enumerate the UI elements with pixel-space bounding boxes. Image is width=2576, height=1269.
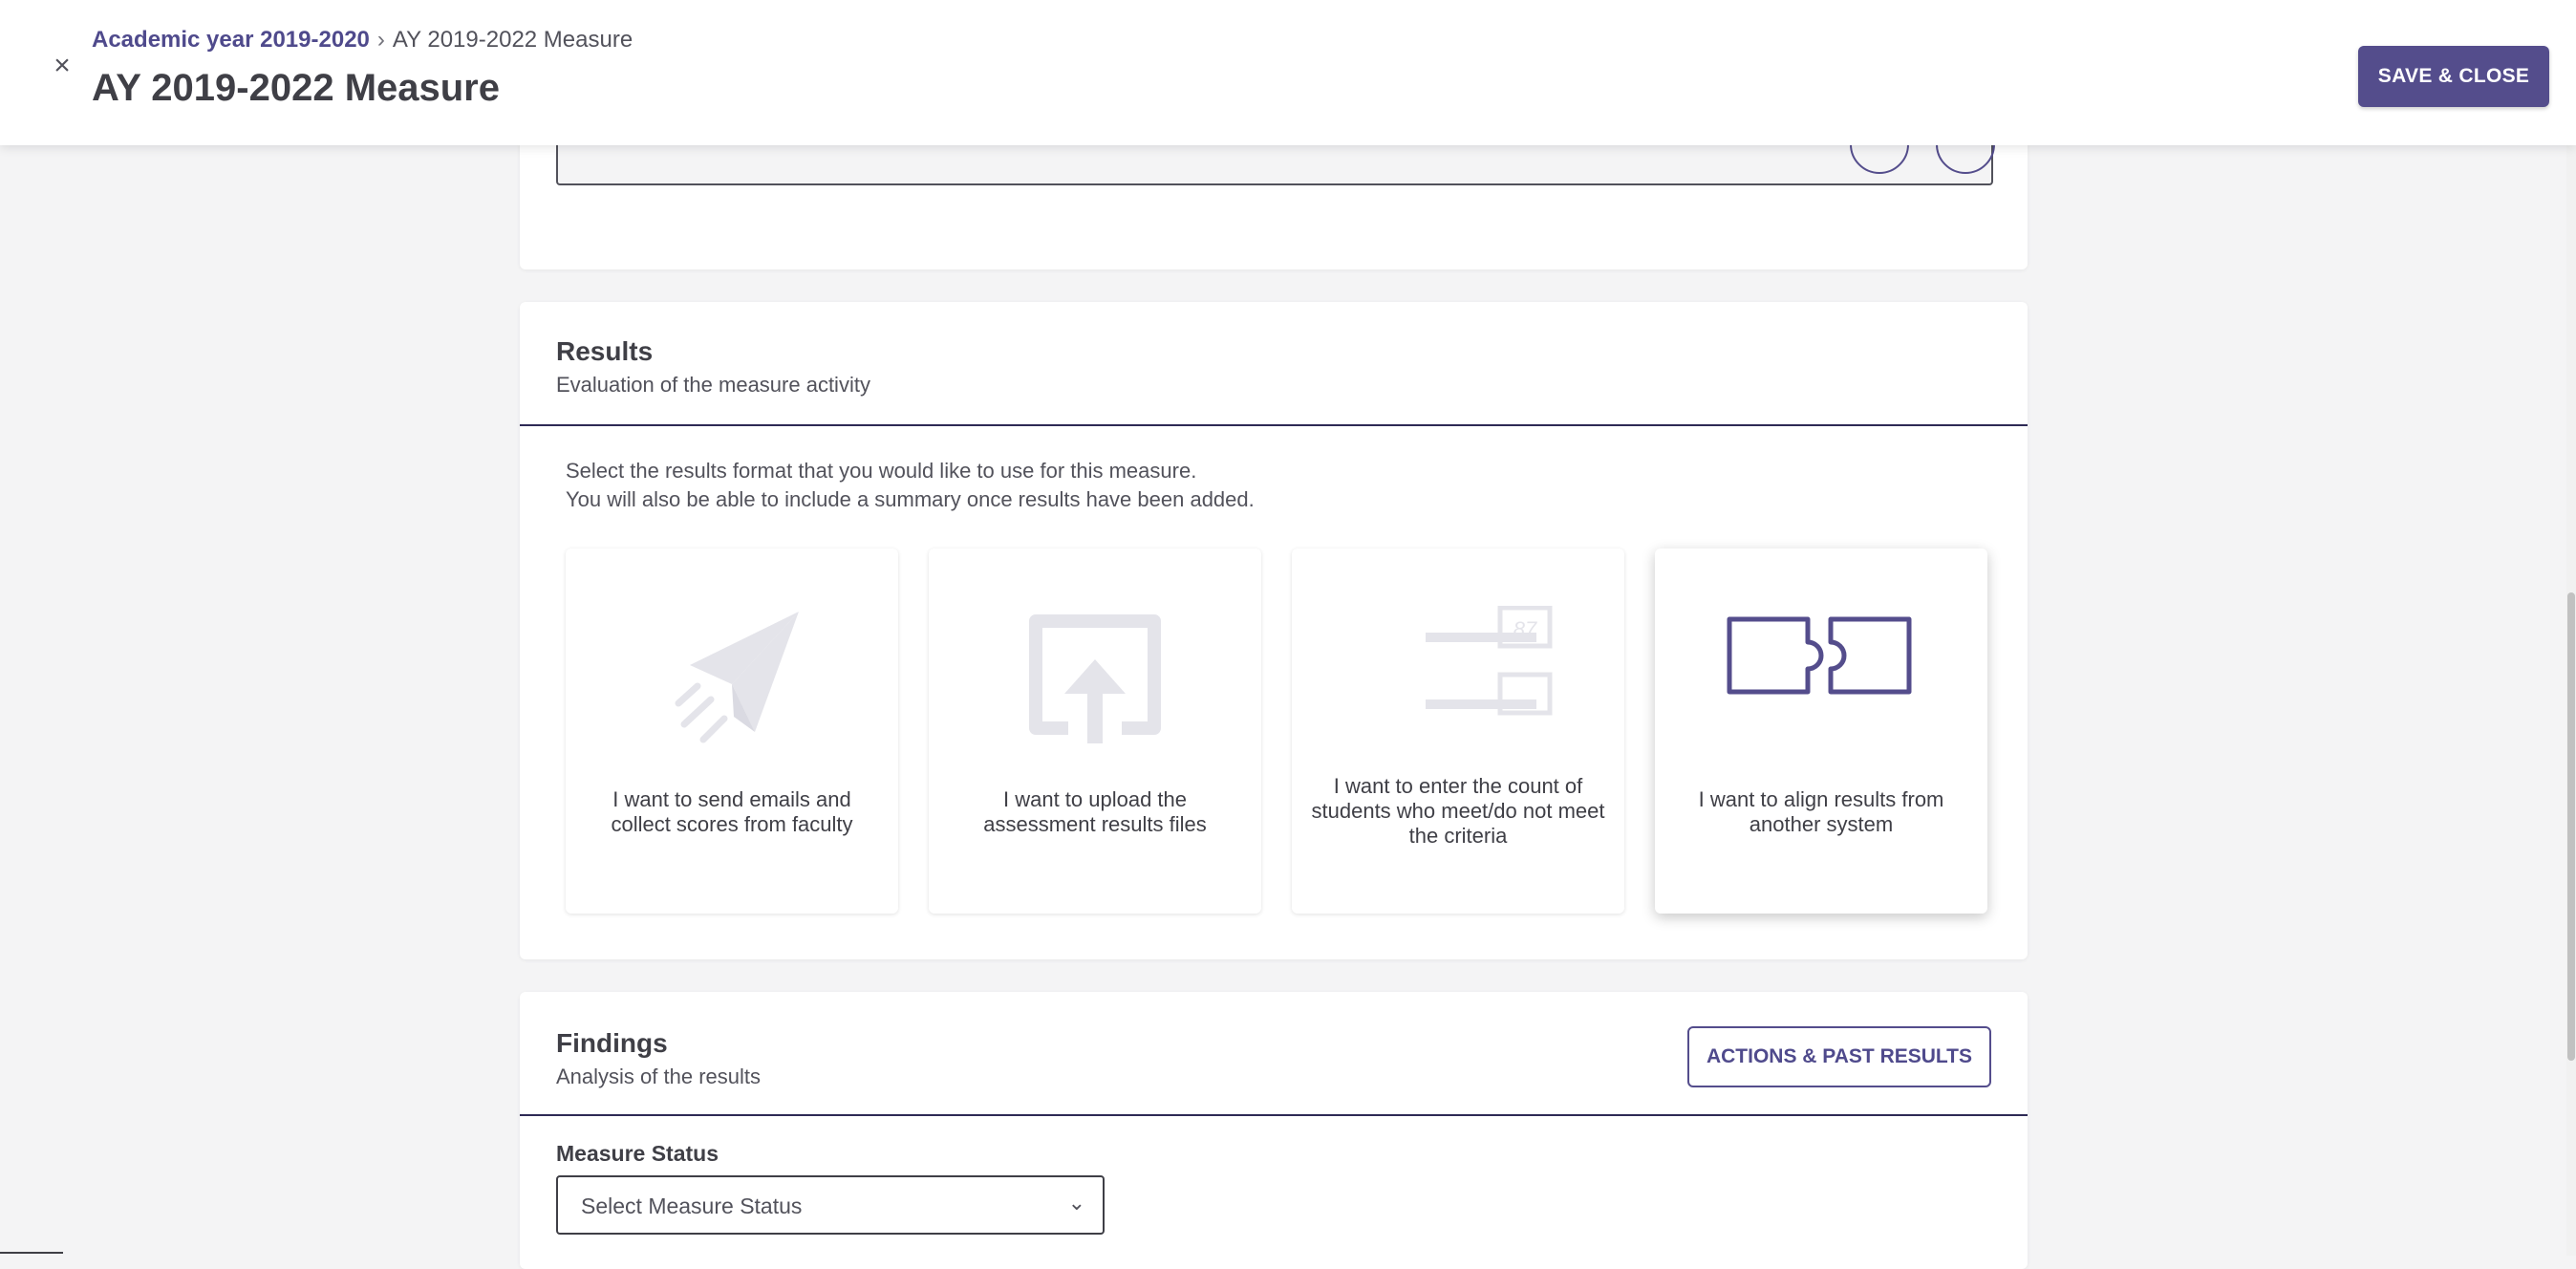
- upload-icon: [929, 606, 1261, 749]
- option-label: I want to upload the assessment results …: [983, 787, 1207, 836]
- option-align-results[interactable]: I want to align results from another sys…: [1655, 548, 1987, 914]
- measure-status-label: Measure Status: [556, 1141, 719, 1166]
- breadcrumb-link-academic-year[interactable]: Academic year 2019-2020: [92, 27, 370, 53]
- count-badge-text: 87: [1513, 617, 1537, 641]
- option-enter-counts[interactable]: 87 I want to enter the count of students…: [1292, 548, 1624, 914]
- measure-status-value: Select Measure Status: [581, 1194, 803, 1218]
- count-form-icon: 87: [1292, 606, 1624, 749]
- divider: [0, 1252, 63, 1254]
- save-and-close-button[interactable]: SAVE & CLOSE: [2358, 46, 2549, 107]
- findings-title: Findings: [556, 1028, 668, 1058]
- results-intro-line-2: You will also be able to include a summa…: [566, 487, 1255, 511]
- option-upload-files[interactable]: I want to upload the assessment results …: [929, 548, 1261, 914]
- scrollbar-thumb[interactable]: [2567, 592, 2575, 1061]
- results-card: Results Evaluation of the measure activi…: [520, 302, 2028, 959]
- breadcrumb: Academic year 2019-2020 › AY 2019-2022 Mea…: [92, 27, 633, 54]
- findings-card: Findings Analysis of the results ACTIONS…: [520, 992, 2028, 1269]
- page-title: AY 2019-2022 Measure: [92, 67, 500, 109]
- results-divider: [520, 424, 2028, 426]
- paper-plane-icon: [566, 606, 898, 749]
- results-title: Results: [556, 336, 654, 366]
- findings-divider: [520, 1114, 2028, 1116]
- option-send-emails[interactable]: I want to send emails and collect scores…: [566, 548, 898, 914]
- option-label: I want to send emails and collect scores…: [611, 787, 853, 836]
- results-intro-line-1: Select the results format that you would…: [566, 459, 1197, 483]
- option-label: I want to align results from another sys…: [1698, 787, 1944, 836]
- chevron-down-icon: ⌄: [1067, 1191, 1085, 1215]
- findings-subtitle: Analysis of the results: [556, 1065, 761, 1088]
- measure-status-select[interactable]: Select Measure Status ⌄: [556, 1175, 1105, 1235]
- option-label: I want to enter the count of students wh…: [1311, 774, 1605, 848]
- top-bar: × Academic year 2019-2020 › AY 2019-2022 M…: [0, 0, 2576, 145]
- breadcrumb-current: AY 2019-2022 Measure: [392, 27, 633, 53]
- puzzle-icon: [1655, 606, 1987, 749]
- actions-past-results-button[interactable]: ACTIONS & PAST RESULTS: [1687, 1026, 1991, 1087]
- breadcrumb-separator: ›: [376, 27, 385, 53]
- close-icon[interactable]: ×: [46, 50, 78, 82]
- results-subtitle: Evaluation of the measure activity: [556, 373, 870, 397]
